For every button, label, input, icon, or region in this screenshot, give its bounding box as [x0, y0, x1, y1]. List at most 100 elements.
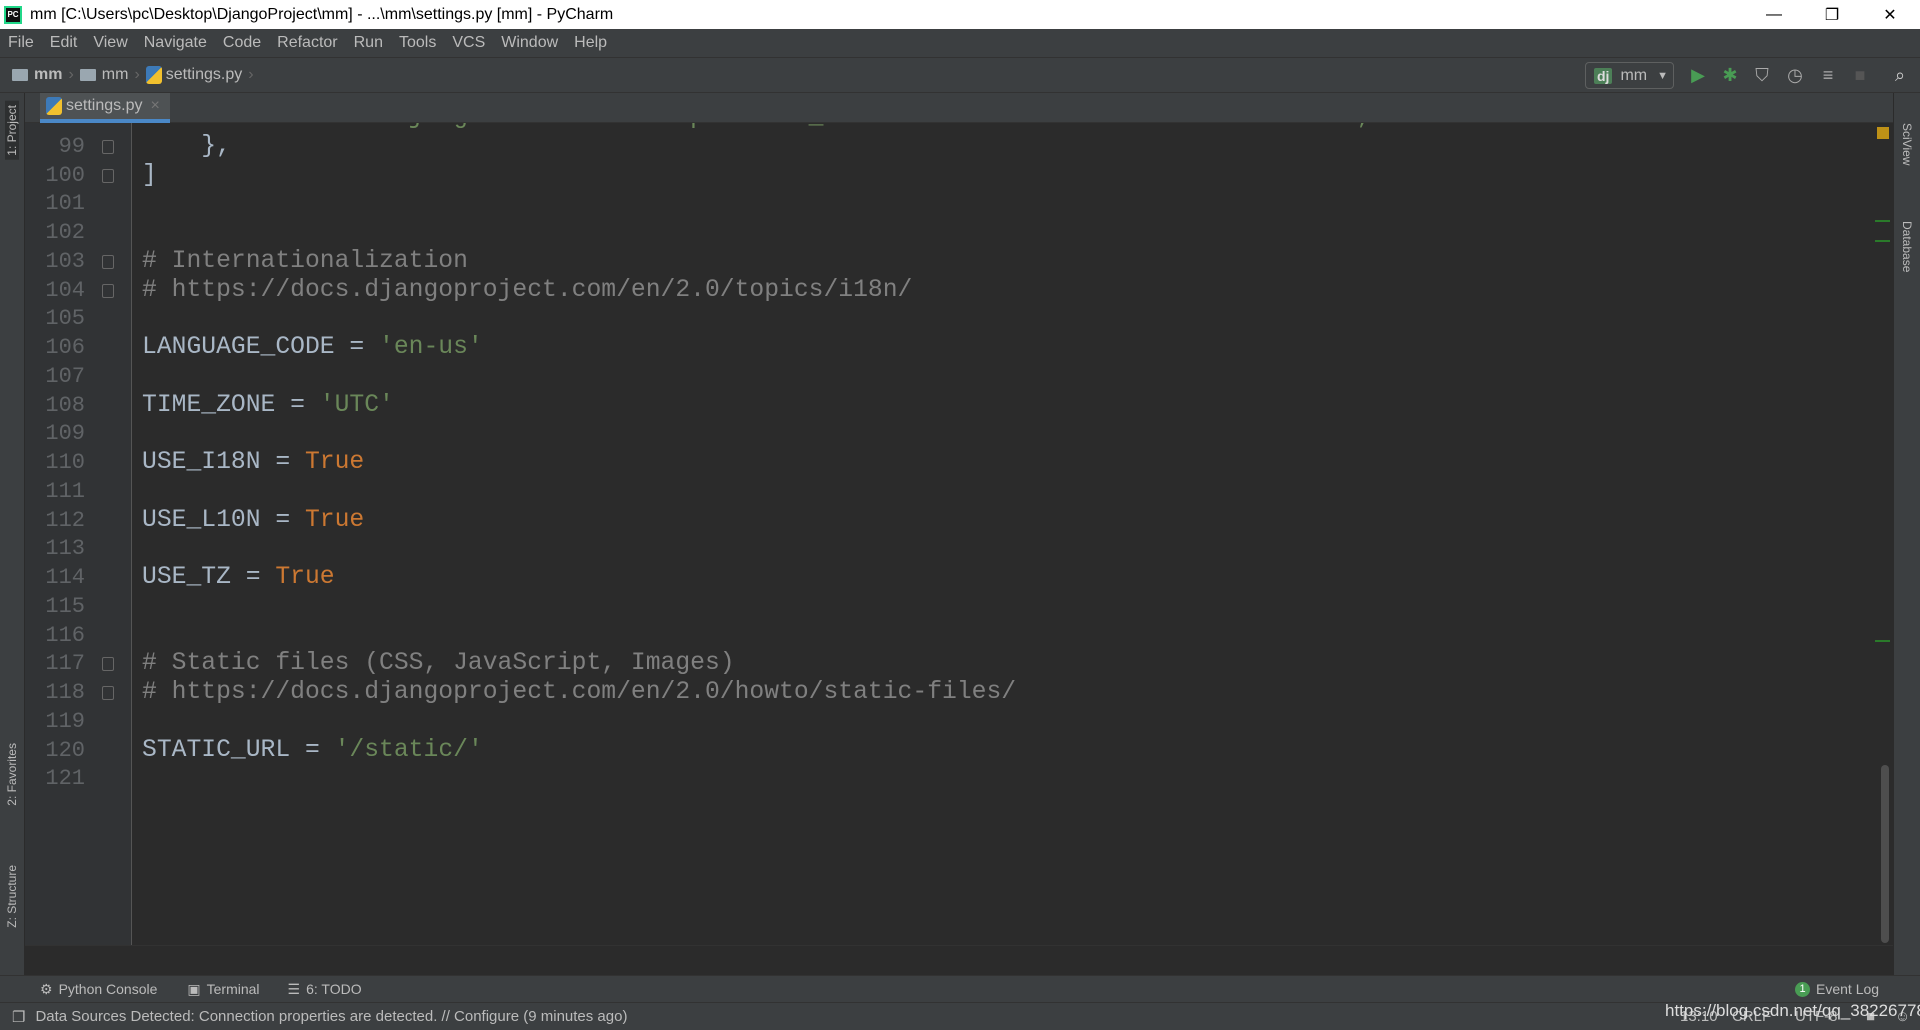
tab-label: settings.py: [66, 97, 143, 114]
event-log-button[interactable]: 1 Event Log: [1795, 981, 1879, 997]
search-icon[interactable]: ⌕: [1889, 64, 1911, 86]
code-line: # https://docs.djangoproject.com/en/2.0/…: [142, 276, 912, 304]
editor-bottom-strip: [25, 945, 1893, 975]
change-marker[interactable]: [1875, 640, 1890, 642]
line-number: 115: [45, 593, 85, 619]
line-number: 102: [45, 220, 85, 245]
menu-refactor[interactable]: Refactor: [277, 34, 337, 52]
restore-button[interactable]: ❐: [1803, 0, 1861, 29]
menu-code[interactable]: Code: [223, 34, 261, 52]
fold-marker-icon[interactable]: [102, 168, 114, 183]
fold-marker-icon[interactable]: [102, 139, 114, 154]
fold-marker-icon[interactable]: [102, 657, 114, 672]
structure-tool-button[interactable]: Z: Structure: [5, 865, 19, 928]
run-icon[interactable]: ▶: [1687, 64, 1709, 86]
run-config-name: mm: [1620, 66, 1648, 84]
database-tool-button[interactable]: Database: [1900, 221, 1914, 272]
watermark: https://blog.csdn.net/qq_38226778: [1665, 1001, 1920, 1020]
python-icon: ⚙: [40, 980, 53, 997]
right-tool-stripe: SciView Database: [1893, 93, 1920, 975]
line-number-gutter: [25, 123, 132, 945]
change-marker[interactable]: [1875, 240, 1890, 242]
line-number: 117: [45, 651, 85, 677]
profile-icon[interactable]: ◷: [1784, 64, 1806, 86]
concurrency-icon[interactable]: ≡: [1817, 64, 1839, 86]
code-string: 'UTC': [319, 390, 394, 419]
minimize-button[interactable]: —: [1745, 0, 1803, 29]
line-number: 105: [45, 306, 85, 332]
run-with-coverage-icon[interactable]: ⛉: [1751, 64, 1773, 86]
code-keyword: True: [304, 448, 365, 476]
menu-help[interactable]: Help: [574, 34, 607, 52]
code-identifier: TIME_ZONE =: [142, 390, 320, 419]
line-number: 121: [45, 766, 85, 792]
editor-tab-bar: settings.py ×: [25, 93, 1893, 123]
left-tool-stripe: 1: Project 2: Favorites Z: Structure: [0, 93, 25, 975]
code-text: 'NAME': 'django.contrib.auth.password_va…: [142, 123, 1372, 131]
close-button[interactable]: ✕: [1861, 0, 1919, 29]
breadcrumb-label: mm: [34, 66, 63, 83]
terminal-button[interactable]: ▣ Terminal: [187, 981, 259, 998]
line-number: 112: [45, 507, 85, 533]
change-marker[interactable]: [1875, 220, 1890, 222]
menu-vcs[interactable]: VCS: [452, 34, 485, 52]
project-tool-button[interactable]: 1: Project: [5, 101, 19, 160]
code-line: },: [142, 132, 231, 160]
favorites-tool-button[interactable]: 2: Favorites: [5, 743, 19, 806]
menu-edit[interactable]: Edit: [50, 34, 78, 52]
menu-tools[interactable]: Tools: [399, 34, 436, 52]
code-line: # https://docs.djangoproject.com/en/2.0/…: [142, 678, 1016, 706]
pycharm-logo-icon: PC: [4, 5, 22, 24]
menu-file[interactable]: File: [8, 34, 34, 52]
code-text: ]: [142, 160, 157, 189]
toggle-tool-windows-icon[interactable]: ❐: [12, 1008, 25, 1026]
python-console-button[interactable]: ⚙ Python Console: [40, 981, 157, 998]
tab-settings-py[interactable]: settings.py ×: [40, 93, 170, 123]
stop-icon[interactable]: ■: [1849, 64, 1871, 86]
tool-label: Terminal: [206, 981, 260, 997]
debug-icon[interactable]: ✱: [1719, 64, 1741, 86]
code-line: # Internationalization: [142, 247, 468, 275]
code-line: USE_L10N = True: [142, 506, 364, 534]
event-count-badge: 1: [1795, 981, 1810, 997]
folder-icon: [79, 69, 96, 81]
chevron-down-icon: ▼: [1657, 69, 1668, 82]
run-configuration-select[interactable]: dj mm ▼: [1585, 62, 1674, 89]
code-identifier: STATIC_URL =: [142, 735, 335, 764]
vertical-scrollbar[interactable]: [1881, 765, 1889, 943]
code-editor[interactable]: 98 'NAME': 'django.contrib.auth.password…: [25, 123, 1893, 945]
folder-icon: [12, 69, 28, 81]
fold-marker-icon[interactable]: [102, 686, 114, 700]
menu-navigate[interactable]: Navigate: [144, 34, 207, 52]
title-bar: PC mm [C:\Users\pc\Desktop\DjangoProject…: [0, 0, 1920, 29]
breadcrumb-folder[interactable]: mm: [79, 66, 128, 84]
code-identifier: USE_TZ =: [142, 563, 276, 591]
list-icon: ☰: [287, 980, 301, 997]
line-number: 103: [45, 248, 85, 274]
code-line: ]: [142, 161, 157, 189]
line-number: 109: [45, 421, 85, 447]
code-string: '/static/': [334, 735, 483, 764]
line-number: 120: [45, 737, 85, 763]
warning-marker-icon[interactable]: [1877, 127, 1889, 139]
todo-button[interactable]: ☰ 6: TODO: [288, 981, 362, 998]
status-message[interactable]: Data Sources Detected: Connection proper…: [35, 1008, 627, 1025]
line-number: 116: [45, 622, 85, 648]
menu-view[interactable]: View: [93, 34, 127, 52]
close-tab-icon[interactable]: ×: [150, 97, 159, 115]
line-number: 101: [45, 191, 85, 217]
code-line: TIME_ZONE = 'UTC': [142, 391, 394, 419]
menu-window[interactable]: Window: [501, 34, 558, 52]
code-keyword: True: [304, 505, 365, 534]
line-number: 113: [45, 536, 85, 562]
fold-marker-icon[interactable]: [102, 283, 114, 298]
line-number: 118: [45, 680, 85, 705]
code-line: # Static files (CSS, JavaScript, Images): [142, 649, 735, 677]
breadcrumb-file[interactable]: settings.py: [145, 66, 242, 84]
line-number: 119: [45, 708, 85, 734]
fold-marker-icon[interactable]: [102, 254, 114, 269]
menu-run[interactable]: Run: [354, 34, 383, 52]
line-number: 106: [45, 335, 85, 360]
breadcrumb-project[interactable]: mm: [12, 66, 62, 84]
sciview-tool-button[interactable]: SciView: [1900, 123, 1914, 165]
